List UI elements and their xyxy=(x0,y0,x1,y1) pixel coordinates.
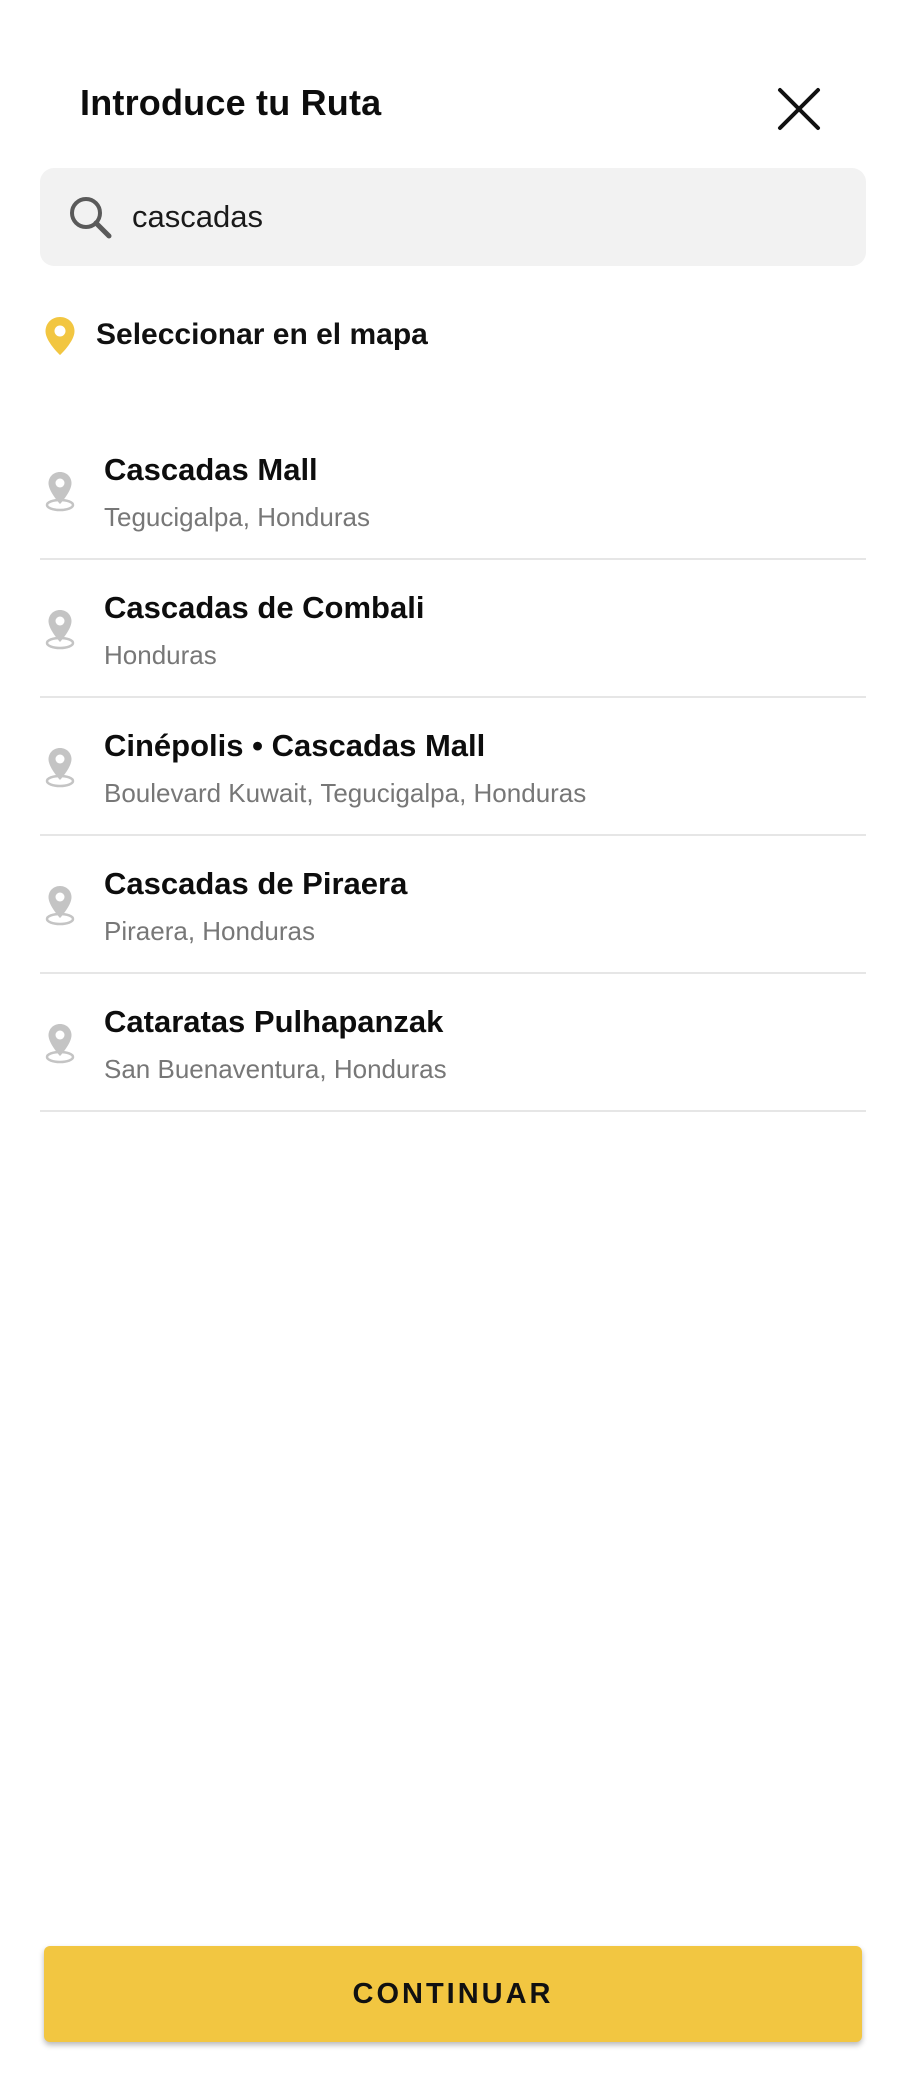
location-pin-icon xyxy=(45,610,75,650)
result-address: San Buenaventura, Honduras xyxy=(104,1054,447,1084)
close-icon xyxy=(778,88,820,130)
select-on-map-option[interactable]: Seleccionar en el mapa xyxy=(40,300,866,370)
close-button[interactable] xyxy=(770,80,828,138)
select-on-map-label: Seleccionar en el mapa xyxy=(96,318,428,351)
list-item[interactable]: Cascadas Mall Tegucigalpa, Honduras xyxy=(40,422,866,560)
list-item[interactable]: Cataratas Pulhapanzak San Buenaventura, … xyxy=(40,974,866,1112)
list-item[interactable]: Cascadas de Combali Honduras xyxy=(40,560,866,698)
search-results-list: Cascadas Mall Tegucigalpa, Honduras Casc… xyxy=(40,422,866,1112)
result-address: Honduras xyxy=(104,640,217,670)
map-pin-icon xyxy=(45,317,75,355)
result-name: Cinépolis • Cascadas Mall xyxy=(104,728,486,763)
search-box[interactable] xyxy=(40,168,866,266)
location-pin-icon xyxy=(45,472,75,512)
list-item[interactable]: Cascadas de Piraera Piraera, Honduras xyxy=(40,836,866,974)
continue-button-label: CONTINUAR xyxy=(352,1977,554,2010)
result-name: Cascadas Mall xyxy=(104,452,318,487)
result-name: Cascadas de Combali xyxy=(104,590,425,625)
list-item[interactable]: Cinépolis • Cascadas Mall Boulevard Kuwa… xyxy=(40,698,866,836)
result-name: Cascadas de Piraera xyxy=(104,866,408,901)
search-input[interactable] xyxy=(132,168,832,266)
header: Introduce tu Ruta xyxy=(0,0,906,160)
page-title: Introduce tu Ruta xyxy=(80,82,382,123)
result-name: Cataratas Pulhapanzak xyxy=(104,1004,444,1039)
location-pin-icon xyxy=(45,748,75,788)
result-address: Boulevard Kuwait, Tegucigalpa, Honduras xyxy=(104,778,587,808)
route-search-screen: Introduce tu Ruta Seleccionar en el mapa xyxy=(0,0,906,2088)
location-pin-icon xyxy=(45,886,75,926)
result-address: Tegucigalpa, Honduras xyxy=(104,502,370,532)
continue-button[interactable]: CONTINUAR xyxy=(44,1946,862,2042)
result-address: Piraera, Honduras xyxy=(104,916,315,946)
search-icon xyxy=(70,197,112,239)
location-pin-icon xyxy=(45,1024,75,1064)
